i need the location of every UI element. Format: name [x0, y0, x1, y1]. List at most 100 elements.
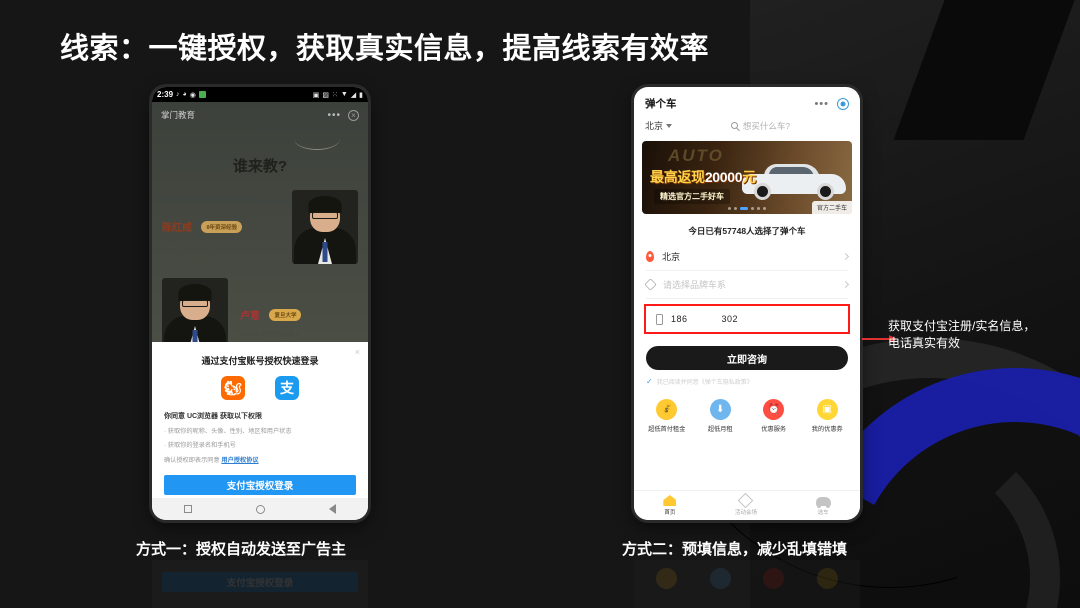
- quick-entry-row: 💰 超低首付租金 ⬇ 超低月租 ⏰ 优惠服务 ▣ 我的优惠券: [634, 399, 860, 433]
- android-nav-bar: [152, 498, 368, 520]
- next-slide-peek-right: [634, 560, 860, 608]
- tag-icon: [644, 278, 657, 291]
- agreement-label: 我已阅读并同意《弹个车隐私政策》: [656, 380, 753, 386]
- money-bag-icon: 💰: [656, 399, 678, 420]
- app-name: 弹个车: [645, 98, 677, 110]
- car-illustration: [742, 162, 846, 200]
- teacher-name: 陈红威: [162, 223, 192, 234]
- coupon-icon: [816, 568, 838, 589]
- bottom-tab-bar: 首页 活动会场 选车: [634, 490, 860, 520]
- city-selector[interactable]: 北京: [645, 119, 673, 132]
- peek-icon-row: [634, 560, 860, 589]
- chevron-right-icon: [841, 280, 850, 289]
- diamond-icon: [738, 492, 754, 509]
- submit-button[interactable]: 立即咨询: [646, 346, 848, 370]
- quick-entry-label: 超低首付租金: [648, 426, 686, 433]
- close-icon[interactable]: [837, 97, 849, 110]
- clock-icon: ◕: [182, 91, 187, 98]
- wifi-icon: ▼: [340, 91, 348, 98]
- car-icon: [815, 496, 831, 508]
- tab-label: 首页: [664, 510, 676, 516]
- back-icon[interactable]: [329, 504, 336, 514]
- quick-entry-label: 我的优惠券: [811, 426, 843, 433]
- auth-close-icon[interactable]: ×: [355, 347, 360, 357]
- quick-entry-item[interactable]: 💰 超低首付租金: [645, 399, 689, 433]
- smile-decoration: [294, 128, 340, 150]
- tab-select-car[interactable]: 选车: [815, 496, 831, 516]
- teacher-photo: [162, 278, 228, 342]
- promo-banner[interactable]: AUTO 最高返现20000元 精选官方二手好车 官方二手车: [642, 141, 852, 214]
- home-icon: [663, 495, 677, 506]
- more-icon[interactable]: •••: [814, 98, 829, 110]
- teacher-line-1: CATCH教学法创始人: [240, 331, 301, 338]
- search-placeholder: 想买什么车?: [742, 120, 791, 131]
- app-badge-icon: [198, 91, 206, 98]
- phone-icon: [656, 313, 663, 325]
- city-label: 北京: [645, 121, 664, 131]
- cellular-icon: ◢: [350, 91, 357, 99]
- phone-prefix: 186: [671, 314, 688, 324]
- teacher-line-2: 指导多名学生获一等奖: [162, 257, 227, 264]
- alarm-icon: ⏰: [763, 399, 785, 420]
- annotation-line-1: 获取支付宝注册/实名信息，: [888, 319, 1036, 333]
- quick-entry-item[interactable]: ⬇ 超低月租: [698, 399, 742, 433]
- teacher-card: 卢意 复旦大学 CATCH教学法创始人 高考押题卷命题人: [152, 274, 368, 342]
- teacher-name: 卢意: [240, 311, 260, 322]
- banner-pagination[interactable]: [728, 207, 766, 210]
- agreement-prefix: 确认授权即表示同意: [164, 457, 222, 464]
- search-input[interactable]: 想买什么车?: [672, 120, 849, 132]
- banner-prefix: 最高返现: [650, 169, 705, 185]
- close-icon[interactable]: ×: [348, 109, 359, 121]
- auth-title: 通过支付宝账号授权快速登录: [201, 356, 319, 366]
- chevron-right-icon: [841, 252, 850, 261]
- banner-subtitle: 精选官方二手好车: [654, 189, 730, 204]
- agreement-text: 确认授权即表示同意 用户授权协议: [164, 455, 356, 464]
- teacher-badge: 复旦大学: [269, 309, 302, 321]
- quick-entry-item[interactable]: ▣ 我的优惠券: [805, 399, 849, 433]
- battery-icon: ▮: [359, 91, 363, 99]
- banner-tag: 官方二手车: [811, 201, 852, 214]
- tab-label: 活动会场: [734, 510, 757, 516]
- tab-home[interactable]: 首页: [663, 495, 677, 516]
- more-icon[interactable]: •••: [327, 110, 341, 121]
- app-header: 弹个车 •••: [634, 87, 860, 115]
- ad-creative[interactable]: 掌门教育 ••• × 谁来教? 陈红威 8年资深经验 小学奥赛一级教练员 指导多…: [152, 102, 368, 342]
- checkmark-icon[interactable]: ✓: [646, 377, 653, 386]
- alarm-icon: [763, 568, 785, 589]
- brand-placeholder: 请选择品牌车系: [663, 280, 727, 290]
- quick-entry-item[interactable]: ⏰ 优惠服务: [752, 399, 796, 433]
- alipay-auth-login-button[interactable]: 支付宝授权登录: [164, 475, 356, 495]
- alipay-icon: 支: [275, 376, 299, 400]
- tab-label: 选车: [817, 509, 829, 516]
- form-row-brand[interactable]: 请选择品牌车系: [644, 271, 850, 299]
- download-arrow-icon: ⬇: [709, 399, 731, 420]
- phone-mockup-left: 2:39 ♪ ◕ ◉ ▣ ▨ ⁙ ▼ ◢ ▮ 掌门教育 ••• × 谁来教? 陈…: [152, 87, 368, 520]
- search-icon: [730, 122, 738, 129]
- recents-icon[interactable]: [184, 505, 192, 513]
- agreement-checkbox-row[interactable]: ✓ 我已阅读并同意《弹个车隐私政策》: [634, 370, 860, 386]
- form-row-city[interactable]: 北京: [646, 243, 850, 271]
- phone-mockup-right: 弹个车 ••• 北京 想买什么车? AUTO 最高返现20000元 精选官方二手…: [634, 87, 860, 520]
- user-count-text: 今日已有57748人选择了弹个车: [688, 226, 806, 236]
- annotation-text: 获取支付宝注册/实名信息， 电话真实有效: [888, 318, 1068, 353]
- teacher-info: 卢意 复旦大学 CATCH教学法创始人 高考押题卷命题人: [228, 306, 358, 342]
- location-pin-icon: [646, 251, 654, 262]
- download-arrow-icon: [709, 568, 731, 589]
- money-bag-icon: [656, 568, 678, 589]
- shield-icon: ▣: [312, 91, 320, 99]
- home-icon[interactable]: [256, 504, 265, 514]
- music-note-icon: ♪: [176, 91, 180, 98]
- lead-form: 北京 请选择品牌车系 186 302: [634, 237, 860, 334]
- city-value: 北京: [662, 252, 681, 262]
- caption-left: 方式一：授权自动发送至广告主: [136, 541, 347, 558]
- alipay-auth-panel: × 通过支付宝账号授权快速登录 🐿 支 你同意 UC浏览器 获取以下权限 · 获…: [152, 342, 368, 510]
- annotation-line-2: 电话真实有效: [888, 336, 961, 351]
- permission-item: · 获取你的登录名和手机号: [164, 442, 236, 449]
- permission-title: 你同意 UC浏览器 获取以下权限: [164, 413, 262, 420]
- auth-logo-row: 🐿 支: [164, 376, 356, 400]
- status-time: 2:39: [157, 90, 174, 99]
- banner-watermark: AUTO: [668, 146, 724, 165]
- tab-activity[interactable]: 活动会场: [734, 492, 757, 516]
- user-agreement-link[interactable]: 用户授权协议: [221, 457, 258, 464]
- quick-entry-label: 超低月租: [707, 426, 733, 433]
